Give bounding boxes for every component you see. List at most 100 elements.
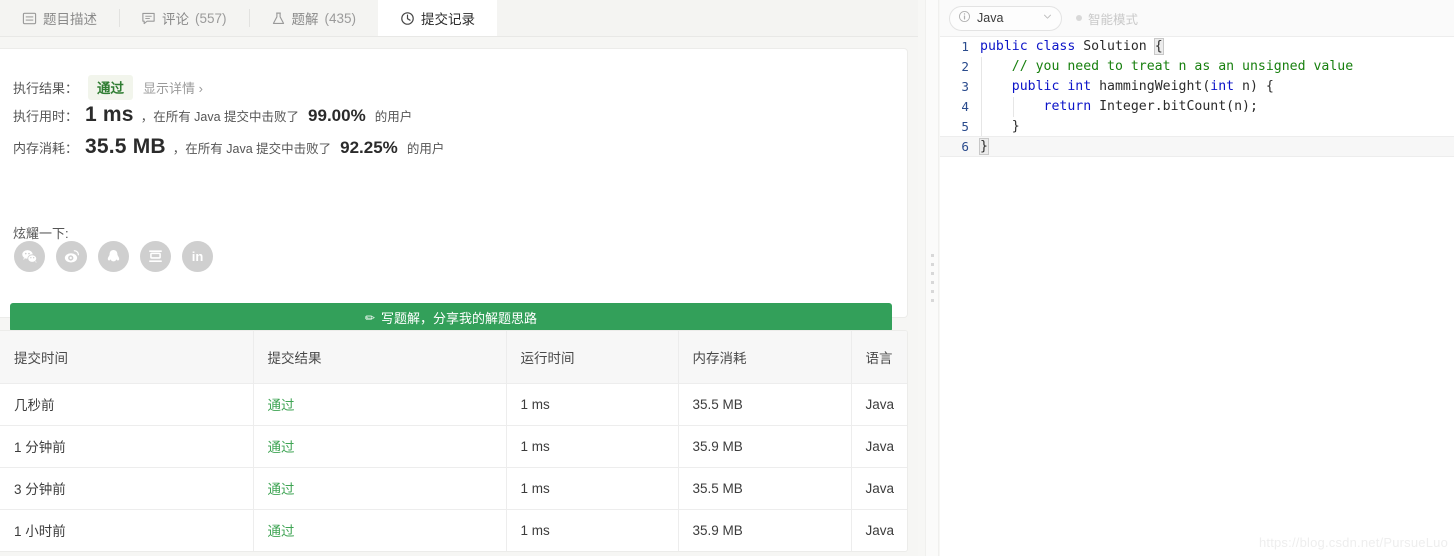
code-text: } — [980, 117, 1454, 137]
execution-result-card: 执行结果： 通过 显示详情 › 执行用时： 1 ms ，在所有 Java 提交中… — [0, 48, 908, 332]
cell-time: 1 分钟前 — [0, 425, 254, 467]
cell-language: Java — [851, 425, 907, 467]
code-text: public class Solution { — [980, 38, 1164, 55]
line-number: 2 — [961, 59, 969, 74]
tab-solutions[interactable]: 题解 (435) — [248, 0, 379, 36]
code-text: return Integer.bitCount(n); — [980, 97, 1454, 117]
tab-bar: 题目描述 评论 (557) 题解 (435) 提交记录 — [0, 0, 918, 37]
cell-runtime: 1 ms — [506, 425, 679, 467]
cell-memory: 35.5 MB — [678, 383, 852, 425]
runtime-value: 1 ms — [85, 103, 134, 126]
column-header-runtime: 运行时间 — [506, 331, 679, 383]
line-number: 1 — [961, 39, 969, 54]
code-editor-panel: Java 智能模式 1 public class Solution { 2 //… — [940, 0, 1454, 556]
editor-toolbar: Java 智能模式 — [940, 0, 1454, 37]
code-line-current: 6 } — [940, 136, 1454, 157]
cell-result[interactable]: 通过 — [253, 383, 507, 425]
table-row[interactable]: 几秒前 通过 1 ms 35.5 MB Java — [0, 383, 907, 425]
code-text: } — [979, 138, 989, 155]
chevron-down-icon — [1042, 11, 1053, 25]
tab-solutions-label: 题解 — [291, 12, 319, 27]
execution-status-row: 执行结果： 通过 显示详情 › — [13, 75, 203, 100]
memory-note-post: 的用户 — [406, 142, 445, 156]
runtime-percentile: 99.00% — [308, 106, 366, 125]
douban-icon[interactable] — [140, 241, 171, 272]
info-icon — [958, 10, 971, 26]
line-number: 6 — [961, 139, 969, 154]
cell-runtime: 1 ms — [506, 509, 679, 551]
memory-percentile: 92.25% — [340, 138, 398, 157]
table-row[interactable]: 1 小时前 通过 1 ms 35.9 MB Java — [0, 509, 907, 551]
tab-description[interactable]: 题目描述 — [0, 0, 119, 36]
language-select-value: Java — [977, 11, 1004, 25]
code-text: // you need to treat n as an unsigned va… — [980, 57, 1454, 77]
qq-icon[interactable] — [98, 241, 129, 272]
tab-submissions-label: 提交记录 — [421, 12, 476, 27]
linkedin-icon[interactable]: in — [182, 241, 213, 272]
memory-value: 35.5 MB — [85, 135, 166, 158]
code-line: 1 public class Solution { — [940, 37, 1454, 57]
write-solution-label: 写题解，分享我的解题思路 — [381, 311, 538, 326]
code-line: 5 } — [940, 117, 1454, 137]
status-badge: 通过 — [88, 75, 134, 100]
cell-runtime: 1 ms — [506, 383, 679, 425]
cell-time: 1 小时前 — [0, 509, 254, 551]
weibo-icon[interactable] — [56, 241, 87, 272]
cell-memory: 35.5 MB — [678, 467, 852, 509]
cell-memory: 35.9 MB — [678, 425, 852, 467]
runtime-row: 执行用时： 1 ms ，在所有 Java 提交中击败了 99.00% 的用户 — [13, 103, 412, 127]
submissions-table: 提交时间 提交结果 运行时间 内存消耗 语言 几秒前 通过 1 ms 35.5 … — [0, 330, 908, 552]
tab-description-label: 题目描述 — [43, 12, 97, 27]
flask-icon — [271, 11, 286, 26]
smart-mode-label: 智能模式 — [1088, 12, 1139, 27]
table-row[interactable]: 3 分钟前 通过 1 ms 35.5 MB Java — [0, 467, 907, 509]
line-number: 4 — [961, 99, 969, 114]
left-panel: 题目描述 评论 (557) 题解 (435) 提交记录 执行结果： 通过 显示详… — [0, 0, 918, 556]
cell-language: Java — [851, 383, 907, 425]
wechat-icon[interactable] — [14, 241, 45, 272]
execution-result-label: 执行结果： — [13, 81, 79, 96]
tab-comments[interactable]: 评论 (557) — [119, 0, 249, 36]
table-header-row: 提交时间 提交结果 运行时间 内存消耗 语言 — [0, 331, 907, 383]
cell-result[interactable]: 通过 — [253, 467, 507, 509]
pencil-icon: ✏ — [364, 310, 376, 325]
code-editor[interactable]: 1 public class Solution { 2 // you need … — [940, 37, 1454, 556]
cell-time: 几秒前 — [0, 383, 254, 425]
cell-time: 3 分钟前 — [0, 467, 254, 509]
drag-grip-icon — [930, 254, 934, 302]
memory-label: 内存消耗： — [13, 141, 79, 156]
column-header-result: 提交结果 — [253, 331, 507, 383]
runtime-label: 执行用时： — [13, 109, 79, 124]
smart-mode-toggle[interactable]: 智能模式 — [1076, 9, 1138, 28]
show-details-link[interactable]: 显示详情 › — [143, 78, 203, 97]
tab-solutions-count: (435) — [324, 10, 357, 26]
share-icon-row: in — [14, 241, 213, 272]
code-text: public int hammingWeight(int n) { — [980, 77, 1454, 97]
status-dot-icon — [1076, 15, 1082, 21]
linkedin-glyph: in — [191, 249, 204, 264]
page-root: 题目描述 评论 (557) 题解 (435) 提交记录 执行结果： 通过 显示详… — [0, 0, 1454, 556]
comment-icon — [141, 11, 156, 26]
panel-resize-handle[interactable] — [925, 0, 939, 556]
tab-submissions[interactable]: 提交记录 — [378, 0, 498, 36]
line-number: 5 — [961, 119, 969, 134]
cell-language: Java — [851, 509, 907, 551]
language-select[interactable]: Java — [949, 5, 1062, 31]
write-solution-button[interactable]: ✏ 写题解，分享我的解题思路 — [10, 303, 892, 332]
share-section-label: 炫耀一下: — [13, 226, 69, 241]
table-row[interactable]: 1 分钟前 通过 1 ms 35.9 MB Java — [0, 425, 907, 467]
runtime-note-post: 的用户 — [374, 110, 413, 124]
runtime-note-pre: ，在所有 Java 提交中击败了 — [140, 110, 300, 124]
tab-comments-label: 评论 — [162, 12, 189, 27]
cell-memory: 35.9 MB — [678, 509, 852, 551]
cell-result[interactable]: 通过 — [253, 509, 507, 551]
column-header-time: 提交时间 — [0, 331, 254, 383]
description-icon — [22, 11, 37, 26]
memory-note-pre: ，在所有 Java 提交中击败了 — [172, 142, 332, 156]
code-line: 4 return Integer.bitCount(n); — [940, 97, 1454, 117]
column-header-language: 语言 — [851, 331, 907, 383]
cell-result[interactable]: 通过 — [253, 425, 507, 467]
memory-row: 内存消耗： 35.5 MB ，在所有 Java 提交中击败了 92.25% 的用… — [13, 135, 444, 159]
cell-runtime: 1 ms — [506, 467, 679, 509]
clock-icon — [400, 11, 415, 26]
